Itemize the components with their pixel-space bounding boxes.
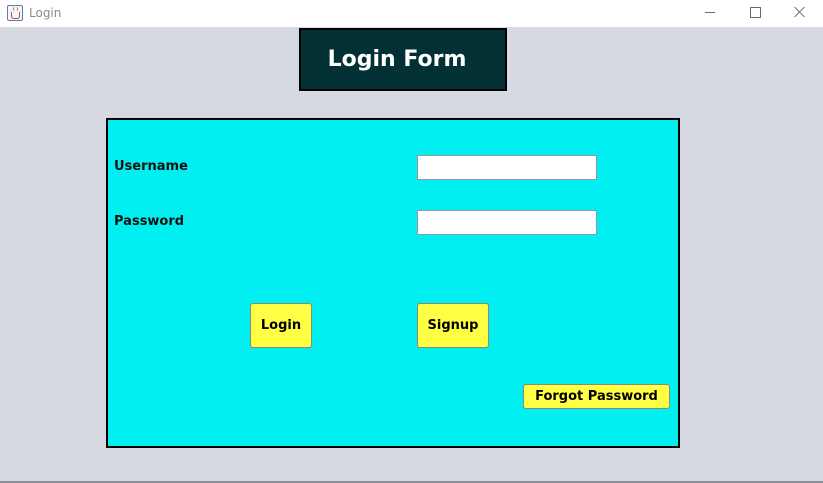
cup-body [11, 12, 20, 19]
minimize-icon [705, 12, 715, 13]
content-area: Login Form Username Password Login Signu… [0, 27, 823, 483]
username-label: Username [114, 159, 188, 174]
login-window: Login Login Form Username Password Login… [0, 0, 823, 483]
minimize-button[interactable] [687, 0, 733, 27]
login-form-panel: Username Password Login Signup Forgot Pa… [106, 118, 680, 448]
page-title: Login Form [327, 47, 467, 72]
java-cup-icon [7, 5, 23, 21]
password-input[interactable] [417, 210, 597, 235]
forgot-password-button[interactable]: Forgot Password [523, 384, 670, 409]
close-button[interactable] [778, 0, 823, 27]
maximize-button[interactable] [733, 0, 779, 27]
cup-steam [13, 7, 18, 11]
signup-button[interactable]: Signup [417, 303, 489, 348]
close-icon [794, 6, 806, 18]
header-panel: Login Form [299, 28, 507, 91]
maximize-icon [750, 7, 761, 18]
username-input[interactable] [417, 155, 597, 180]
login-button[interactable]: Login [250, 303, 312, 348]
password-label: Password [114, 214, 185, 229]
title-bar[interactable]: Login [0, 0, 823, 27]
window-title: Login [29, 6, 62, 20]
